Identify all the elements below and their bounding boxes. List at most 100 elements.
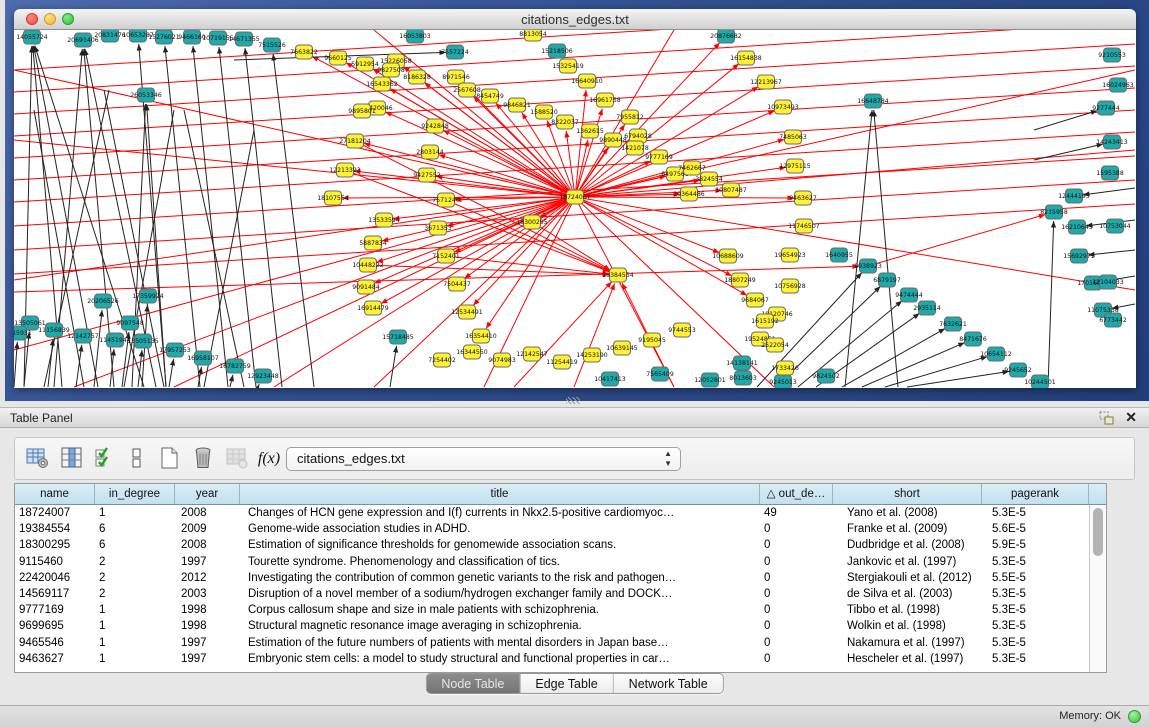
new-table-button[interactable] — [155, 446, 183, 472]
column-header-name[interactable]: name — [15, 484, 95, 504]
graph-node[interactable]: 8186328 — [403, 70, 431, 84]
tab-edge-table[interactable]: Edge Table — [520, 674, 613, 693]
graph-node[interactable]: 20876682 — [710, 30, 742, 43]
panel-resize-grip[interactable] — [566, 397, 580, 404]
graph-node[interactable]: 1595388 — [1096, 166, 1124, 180]
graph-node[interactable]: 7515526 — [258, 38, 286, 52]
table-row[interactable]: 911546021997Tourette syndrome. Phenomeno… — [15, 554, 1089, 570]
graph-node[interactable]: 14055724 — [16, 30, 48, 44]
table-scrollbar-thumb[interactable] — [1093, 508, 1103, 556]
row-height-button[interactable] — [123, 446, 151, 472]
citation-network-graph[interactable]: 1405572420691406208314761065328715276021… — [14, 30, 1136, 388]
graph-node[interactable]: 10417413 — [594, 372, 626, 386]
table-row[interactable]: 1456911722003Disruption of a novel membe… — [15, 586, 1089, 602]
graph-node[interactable]: 9463627 — [789, 191, 817, 205]
graph-node[interactable]: 8322037 — [551, 115, 579, 129]
graph-node[interactable]: 9245652 — [1004, 363, 1032, 377]
graph-node[interactable]: 2803144 — [416, 145, 444, 159]
graph-node[interactable]: 9097548 — [116, 316, 144, 330]
close-panel-icon[interactable]: ✕ — [1125, 409, 1137, 426]
graph-node[interactable]: 10639145 — [606, 341, 638, 355]
graph-node[interactable]: 16344550 — [456, 345, 488, 359]
graph-node[interactable]: 1733426 — [771, 361, 799, 375]
table-row[interactable]: 1872400712008Changes of HCN gene express… — [15, 505, 1089, 521]
table-row[interactable]: 2242004622012Investigating the contribut… — [15, 570, 1089, 586]
graph-node[interactable]: 16961758 — [589, 93, 621, 107]
graph-node[interactable]: 14243413 — [1096, 135, 1128, 149]
graph-node[interactable]: 6879197 — [873, 273, 901, 287]
graph-node[interactable]: 1640955 — [825, 248, 853, 262]
table-row[interactable]: 1938455462009Genome-wide association stu… — [15, 521, 1089, 537]
graph-node[interactable]: 11746507 — [788, 219, 820, 233]
column-header-year[interactable]: year — [175, 484, 240, 504]
graph-node[interactable]: 12052801 — [694, 373, 726, 387]
table-row[interactable]: 977716911998Corpus callosum shape and si… — [15, 602, 1089, 618]
graph-node[interactable]: 8813054 — [519, 30, 547, 41]
network-canvas[interactable]: 1405572420691406208314761065328715276021… — [14, 30, 1136, 388]
graph-node[interactable]: 16543362 — [366, 77, 398, 91]
graph-node[interactable]: 9474444 — [895, 288, 923, 302]
graph-node[interactable]: 8938923 — [854, 259, 882, 273]
graph-node[interactable]: 20364486 — [673, 187, 705, 201]
float-panel-icon[interactable] — [1099, 411, 1115, 426]
graph-node[interactable]: 16782759 — [219, 359, 251, 373]
graph-node[interactable]: 10756928 — [774, 279, 806, 293]
graph-node[interactable]: 9210553 — [1098, 48, 1126, 62]
table-selector-dropdown[interactable]: citations_edges.txt ▲▼ — [286, 447, 681, 471]
graph-node[interactable]: 2935114 — [913, 301, 941, 315]
graph-node[interactable]: 12213967 — [750, 75, 782, 89]
column-header-out_de[interactable]: △ out_de… — [760, 484, 833, 504]
column-header-short[interactable]: short — [833, 484, 982, 504]
graph-node[interactable]: 1362615 — [576, 124, 604, 138]
table-row[interactable]: 1830029562008Estimation of significance … — [15, 537, 1089, 553]
graph-node[interactable]: 18107554 — [317, 191, 349, 205]
network-window-titlebar[interactable]: citations_edges.txt — [14, 9, 1136, 30]
show-columns-button[interactable] — [58, 446, 86, 472]
delete-table-button[interactable] — [189, 446, 217, 472]
graph-node[interactable]: 15218506 — [541, 44, 573, 58]
graph-node[interactable]: 10654112 — [980, 347, 1012, 361]
function-builder-button[interactable]: f(x) — [255, 446, 283, 472]
graph-node[interactable]: 16154838 — [730, 51, 762, 65]
graph-node[interactable]: 10244501 — [1024, 375, 1056, 388]
graph-node[interactable]: 9846821 — [503, 98, 531, 112]
select-rows-button[interactable] — [91, 446, 119, 472]
table-row[interactable]: 946362711997Embryonic stem cells: a mode… — [15, 651, 1089, 667]
graph-node[interactable]: 16354410 — [465, 329, 497, 343]
graph-node[interactable]: 5912954 — [351, 57, 379, 71]
graph-node[interactable]: 14253190 — [576, 348, 608, 362]
graph-node[interactable]: 13533594 — [368, 213, 400, 227]
graph-node[interactable]: 15718485 — [382, 330, 414, 344]
graph-node[interactable]: 9195045 — [638, 333, 666, 347]
graph-node[interactable]: 8013603 — [729, 371, 757, 385]
graph-node[interactable]: 26053346 — [130, 88, 162, 102]
graph-node[interactable]: 15692971 — [1063, 249, 1095, 263]
graph-node[interactable]: 12142757 — [67, 329, 99, 343]
graph-node[interactable]: 16648784 — [857, 94, 889, 108]
graph-node[interactable]: 7955812 — [616, 110, 644, 124]
graph-node[interactable]: 16053803 — [399, 30, 431, 43]
graph-node[interactable]: 14138141 — [726, 356, 758, 370]
graph-node[interactable]: 9074983 — [488, 353, 516, 367]
graph-node[interactable]: 7254402 — [428, 353, 456, 367]
graph-node[interactable]: 19654923 — [774, 248, 806, 262]
graph-node[interactable]: 9744553 — [668, 323, 696, 337]
graph-node[interactable]: 11254419 — [546, 355, 578, 369]
graph-node[interactable]: 12923448 — [247, 369, 279, 383]
graph-node[interactable]: 12975115 — [779, 159, 811, 173]
graph-node[interactable]: 9824502 — [812, 369, 840, 383]
graph-node[interactable]: 16958107 — [187, 351, 219, 365]
import-table-button-disabled[interactable] — [223, 446, 251, 472]
graph-node[interactable]: 20206526 — [87, 294, 119, 308]
graph-node[interactable]: 12534491 — [451, 305, 483, 319]
table-scrollbar[interactable] — [1089, 505, 1106, 672]
graph-node[interactable]: 16640910 — [571, 74, 603, 88]
graph-node[interactable]: 15325419 — [552, 59, 584, 73]
graph-node[interactable]: 12142547 — [516, 347, 548, 361]
graph-node[interactable]: 8971546 — [442, 70, 470, 84]
table-row[interactable]: 969969511998Structural magnetic resonanc… — [15, 618, 1089, 634]
graph-node[interactable]: 16210643 — [1061, 220, 1093, 234]
table-settings-button[interactable] — [23, 446, 51, 472]
graph-node[interactable]: 7557224 — [441, 45, 469, 59]
column-header-title[interactable]: title — [240, 484, 760, 504]
